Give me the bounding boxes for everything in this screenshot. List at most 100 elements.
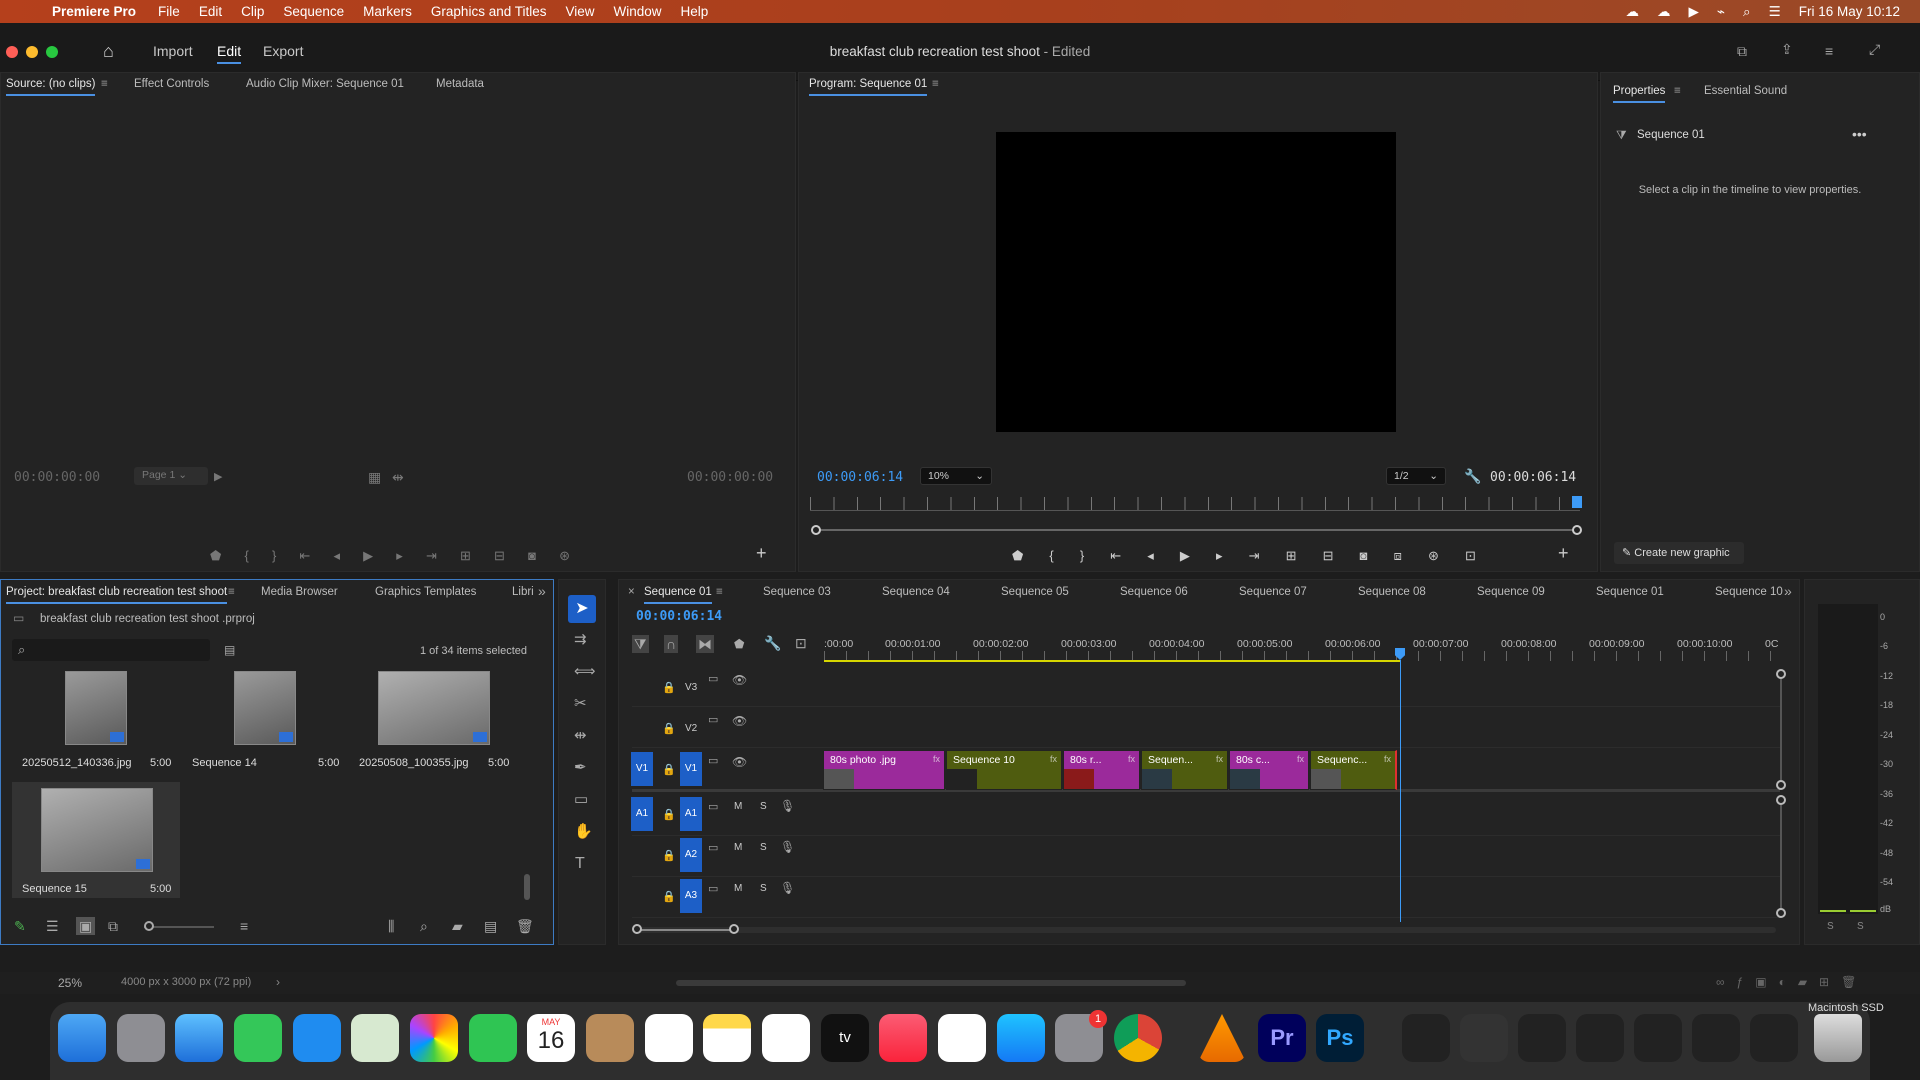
mark-out-icon[interactable]: } [272,548,276,564]
minimized-window-icon[interactable] [1576,1014,1624,1062]
tab-sequence[interactable]: Sequence 08 [1358,586,1426,598]
tab-sequence[interactable]: Sequence 07 [1239,586,1307,598]
close-window-button[interactable] [6,46,18,58]
close-tab-icon[interactable]: × [628,586,635,598]
program-monitor[interactable] [996,132,1396,432]
audio-zoom-handle-top[interactable] [1776,795,1786,805]
solo-button[interactable]: S [760,842,767,853]
edit-tab[interactable]: Edit [217,43,242,64]
project-search-input[interactable]: ⌕ [12,639,210,661]
menu-view[interactable]: View [565,4,594,19]
project-item-name[interactable]: Sequence 14 [192,757,257,769]
source-timecode-right[interactable]: 00:00:00:00 [687,470,773,485]
project-item-name[interactable]: 20250508_100355.jpg [359,757,469,769]
freeform-icon[interactable] [762,1014,810,1062]
eye-icon[interactable]: 👁 [732,714,747,728]
tab-project[interactable]: Project: breakfast club recreation test … [6,586,228,604]
go-to-in-icon[interactable]: ⇤ [299,548,310,564]
mic-icon[interactable]: 🎙 [780,881,795,895]
status-chevron-icon[interactable]: › [276,975,280,989]
track-select-icon[interactable]: ⇉ [574,632,587,647]
eye-icon[interactable]: 👁 [732,673,747,687]
timeline-hscroll-track[interactable] [636,927,1776,933]
app-store-icon[interactable] [997,1014,1045,1062]
tab-essential-sound[interactable]: Essential Sound [1704,85,1787,97]
marker-icon[interactable]: ⬟ [210,548,221,564]
tab-sequence[interactable]: Sequence 05 [1001,586,1069,598]
program-add-button-icon[interactable]: + [1558,544,1569,562]
more-tabs-icon[interactable]: » [538,583,546,599]
status-scrollbar[interactable] [676,980,1186,986]
timeline-clip[interactable]: Sequen... fx [1141,750,1228,790]
lock-icon[interactable]: 🔒 [662,890,676,904]
mic-icon[interactable]: 🎙 [780,840,795,854]
apple-tv-icon[interactable]: tv [821,1014,869,1062]
lock-icon[interactable]: 🔒 [662,849,676,863]
tab-properties[interactable]: Properties [1613,85,1666,103]
mute-button[interactable]: M [734,842,742,853]
tab-media-browser[interactable]: Media Browser [261,586,338,598]
sync-lock-icon[interactable]: ▭ [708,800,718,814]
project-item-name[interactable]: 20250512_140336.jpg [22,757,132,769]
icloud-icon[interactable]: ☁ [1657,4,1671,20]
tab-program[interactable]: Program: Sequence 01 [809,78,928,96]
photos-icon[interactable] [410,1014,458,1062]
solo-button[interactable]: S [760,883,767,894]
insert-icon[interactable]: ⊞ [460,548,471,564]
new-bin-icon[interactable]: ▰ [452,919,463,933]
rectangle-icon[interactable]: ▭ [574,792,588,807]
launchpad-icon[interactable] [117,1014,165,1062]
eye-icon[interactable]: 👁 [732,755,747,769]
lock-icon[interactable]: 🔒 [662,763,676,777]
add-marker-icon[interactable]: ⬟ [734,637,744,651]
hscroll-handle-right[interactable] [729,924,739,934]
source-fit-icon[interactable]: ⇹ [392,470,404,484]
premiere-pro-icon[interactable]: Pr [1258,1014,1306,1062]
sort-icon[interactable]: ≡ [240,919,248,933]
project-scrollbar[interactable] [524,874,530,900]
quality-dropdown[interactable]: 1/2 ⌄ [1386,467,1446,485]
timeline-clip[interactable]: Sequenc... fx [1310,750,1397,790]
contacts-icon[interactable] [586,1014,634,1062]
tab-sequence[interactable]: Sequence 09 [1477,586,1545,598]
tab-sequence[interactable]: Sequence 06 [1120,586,1188,598]
program-playhead[interactable] [1572,496,1582,508]
project-thumbnail[interactable] [65,671,127,745]
zoom-window-button[interactable] [46,46,58,58]
maps-icon[interactable] [351,1014,399,1062]
minimized-window-icon[interactable] [1634,1014,1682,1062]
solo-button[interactable]: S [760,801,767,812]
tab-sequence[interactable]: Sequence 03 [763,586,831,598]
minimize-window-button[interactable] [26,46,38,58]
track-target-a3[interactable]: A3 [680,879,702,913]
program-timecode-right[interactable]: 00:00:06:14 [1490,470,1576,485]
lift-icon[interactable]: ⊞ [1286,548,1297,564]
automate-icon[interactable]: ⫼ [388,919,394,933]
mark-out-icon[interactable]: } [1080,548,1084,564]
play-icon[interactable]: ▶ [363,548,373,564]
source-add-button-icon[interactable]: + [756,544,767,562]
pencil-icon[interactable]: ✎ [14,919,26,933]
more-options-icon[interactable]: ••• [1852,126,1867,142]
import-tab[interactable]: Import [153,43,193,59]
fullscreen-icon[interactable]: ⤢ [1869,42,1880,56]
source-menu-icon[interactable]: ≡ [101,78,108,90]
lock-icon[interactable]: 🔒 [662,722,676,736]
lock-icon[interactable]: 🔒 [662,681,676,695]
camera-icon[interactable]: ◙ [528,548,536,564]
source-patch-v1[interactable]: V1 [631,752,653,786]
mute-button[interactable]: M [734,801,742,812]
work-area-bar[interactable] [824,660,1400,662]
chrome-icon[interactable] [1114,1014,1162,1062]
go-to-out-icon[interactable]: ⇥ [426,548,437,564]
minimized-window-icon[interactable] [1518,1014,1566,1062]
solo-right-button[interactable]: S [1857,921,1864,932]
control-center-icon[interactable]: ☰ [1769,4,1781,20]
track-target-a1[interactable]: A1 [680,797,702,831]
minimized-window-icon[interactable] [1460,1014,1508,1062]
minimized-window-icon[interactable] [1402,1014,1450,1062]
captions-icon[interactable]: ⊡ [795,636,807,650]
timeline-clip[interactable]: 80s c... fx [1229,750,1309,790]
video-scrollbar[interactable] [1780,679,1782,780]
marker-icon[interactable]: ⬟ [1012,548,1023,564]
